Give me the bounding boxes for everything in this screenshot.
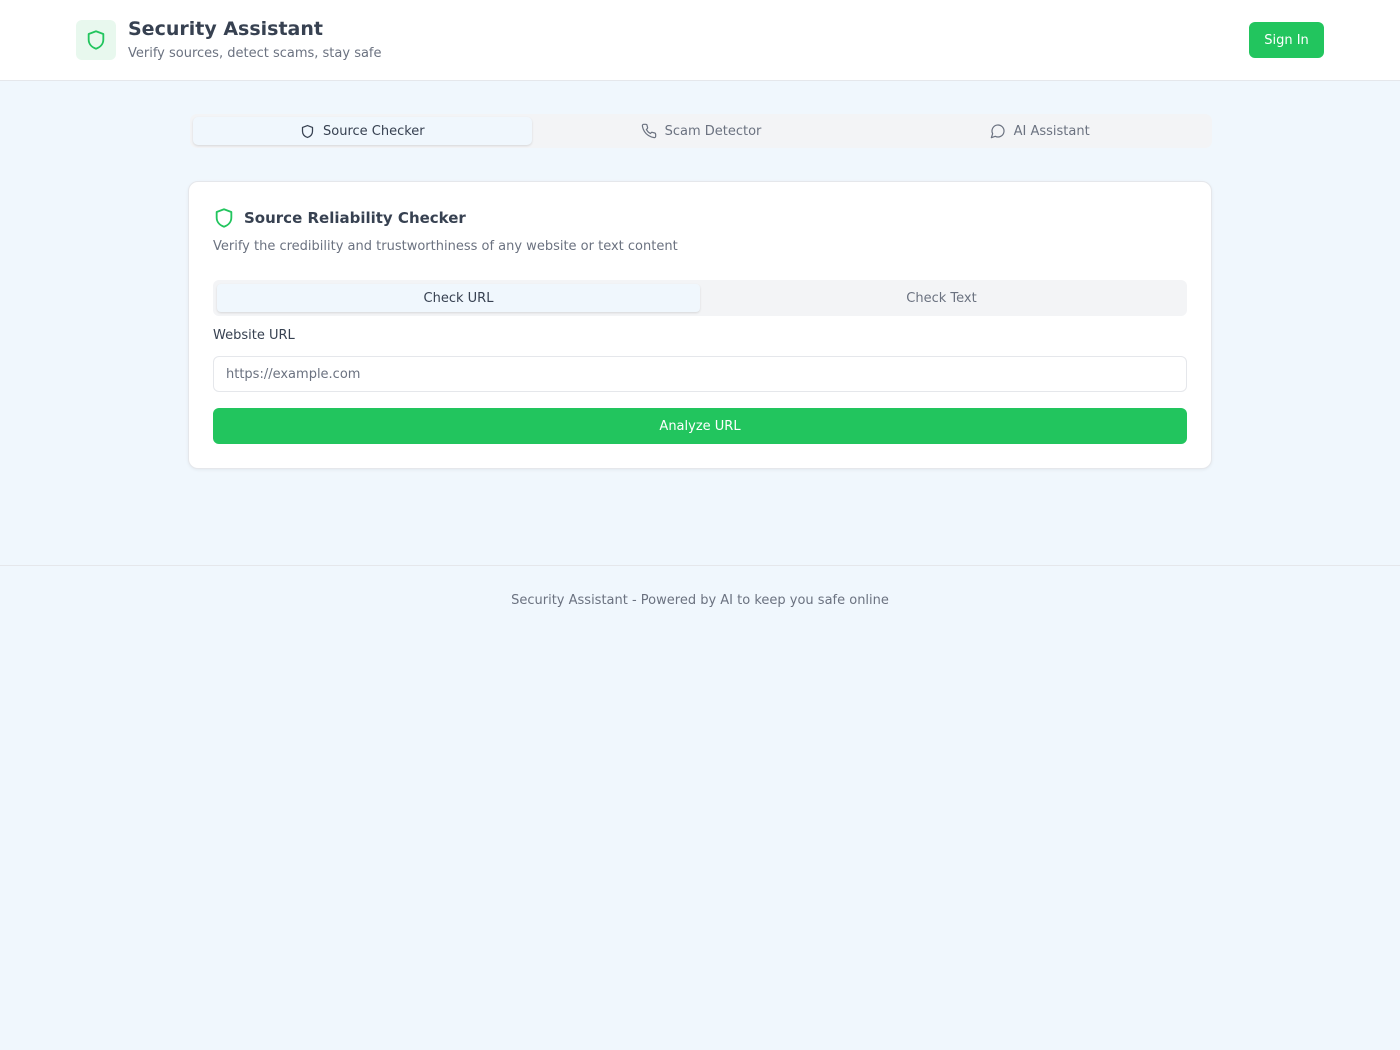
card-description: Verify the credibility and trustworthine…: [213, 239, 678, 254]
sign-in-button[interactable]: Sign In: [1249, 22, 1324, 58]
shield-icon: [300, 124, 315, 139]
analyze-url-button[interactable]: Analyze URL: [213, 408, 1187, 444]
app-subtitle: Verify sources, detect scams, stay safe: [128, 46, 382, 61]
tab-source-checker[interactable]: Source Checker: [193, 117, 532, 145]
card-title: Source Reliability Checker: [244, 209, 466, 227]
tab-label: Scam Detector: [664, 123, 762, 139]
main-tab-list: Source Checker Scam Detector AI Assistan…: [190, 114, 1212, 148]
tab-label: AI Assistant: [1013, 123, 1090, 139]
source-checker-card: Source Reliability Checker Verify the cr…: [188, 181, 1212, 469]
app-header: Security Assistant Verify sources, detec…: [0, 0, 1400, 81]
tab-ai-assistant[interactable]: AI Assistant: [870, 117, 1209, 145]
shield-icon: [85, 29, 107, 51]
footer-text: Security Assistant - Powered by AI to ke…: [511, 593, 889, 608]
tab-scam-detector[interactable]: Scam Detector: [532, 117, 871, 145]
website-url-input[interactable]: [213, 356, 1187, 392]
tab-check-text[interactable]: Check Text: [700, 284, 1183, 312]
tab-label: Source Checker: [323, 123, 425, 139]
check-mode-tab-list: Check URL Check Text: [213, 280, 1187, 316]
card-header: Source Reliability Checker: [213, 206, 466, 230]
shield-icon: [213, 206, 235, 230]
app-logo: [76, 20, 116, 60]
website-url-label: Website URL: [213, 328, 295, 343]
page-footer: Security Assistant - Powered by AI to ke…: [0, 565, 1400, 635]
tab-check-url[interactable]: Check URL: [217, 284, 700, 312]
chat-bubble-icon: [990, 123, 1006, 139]
phone-icon: [641, 123, 657, 139]
app-title: Security Assistant: [128, 18, 323, 40]
